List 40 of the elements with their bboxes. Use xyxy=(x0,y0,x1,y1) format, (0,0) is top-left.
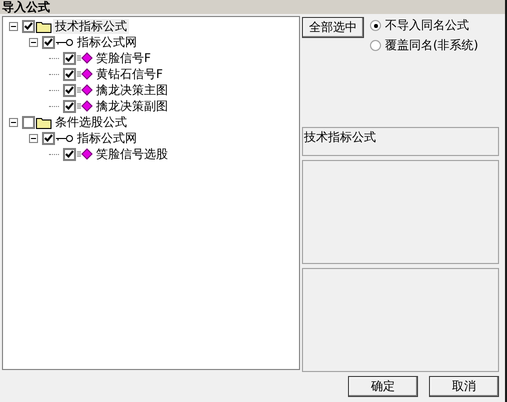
window-title: 导入公式 xyxy=(0,0,505,14)
tree-item[interactable]: 技术指标公式 xyxy=(53,18,129,34)
category-field: 技术指标公式 xyxy=(302,127,499,156)
collapse-toggle[interactable] xyxy=(29,134,38,142)
select-all-button[interactable]: 全部选中 xyxy=(302,17,364,38)
diamond-icon xyxy=(77,68,93,80)
checkbox[interactable] xyxy=(63,52,76,64)
tree-item[interactable]: 指标公式网 xyxy=(75,34,139,50)
folder-icon xyxy=(36,20,52,32)
radio-button[interactable] xyxy=(370,40,381,51)
diamond-icon xyxy=(77,148,93,160)
tree-item[interactable]: 指标公式网 xyxy=(75,130,139,146)
diamond-icon xyxy=(77,84,93,96)
checkbox[interactable] xyxy=(63,100,76,112)
diamond-icon xyxy=(77,100,93,112)
dialog-button[interactable]: 确定 xyxy=(348,376,418,397)
folder-icon xyxy=(36,116,52,128)
collapse-toggle[interactable] xyxy=(29,38,38,46)
dialog-button[interactable]: 取消 xyxy=(429,376,499,397)
tree-item[interactable]: 擒龙决策主图 xyxy=(94,82,170,98)
collapse-toggle[interactable] xyxy=(9,22,18,30)
checkbox[interactable] xyxy=(42,36,55,48)
checkbox[interactable] xyxy=(63,68,76,80)
checkbox[interactable] xyxy=(42,132,55,144)
radio-button[interactable] xyxy=(370,20,381,31)
checkbox[interactable] xyxy=(63,148,76,160)
tree-item[interactable]: 条件选股公式 xyxy=(53,114,129,130)
key-icon xyxy=(56,38,74,46)
key-icon xyxy=(56,134,74,142)
checkbox[interactable] xyxy=(22,116,35,128)
collapse-toggle[interactable] xyxy=(9,118,18,126)
tree-item[interactable]: 笑脸信号选股 xyxy=(94,146,170,162)
diamond-icon xyxy=(77,52,93,64)
checkbox[interactable] xyxy=(22,20,35,32)
option-label[interactable]: 覆盖同名(非系统) xyxy=(385,37,478,54)
tree-item[interactable]: 笑脸信号F xyxy=(94,50,153,66)
tree-item[interactable]: 黄钻石信号F xyxy=(94,66,165,82)
option-label[interactable]: 不导入同名公式 xyxy=(385,17,469,34)
tree-item[interactable]: 擒龙决策副图 xyxy=(94,98,170,114)
checkbox[interactable] xyxy=(63,84,76,96)
